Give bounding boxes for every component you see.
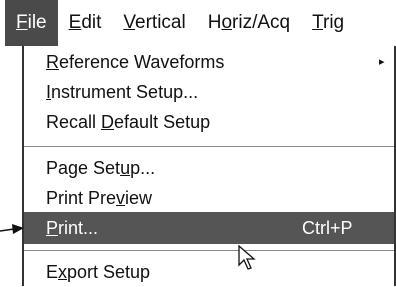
- menu-item-export-setup[interactable]: Export Setup: [24, 258, 394, 287]
- menu-item-label: Export Setup: [46, 262, 151, 282]
- submenu-arrow-icon: ▸: [379, 56, 385, 68]
- menu-item-shortcut: Ctrl+P: [302, 218, 353, 238]
- file-menu-dropdown: Reference Waveforms ▸ Instrument Setup..…: [22, 46, 396, 286]
- menu-horiz-acq[interactable]: Horiz/Acq: [197, 0, 301, 46]
- menu-item-label: Page Setup...: [46, 158, 156, 178]
- menu-item-print[interactable]: Print... Ctrl+P: [24, 212, 394, 244]
- menu-item-reference-waveforms[interactable]: Reference Waveforms ▸: [24, 48, 394, 77]
- callout-arrow-icon: [0, 224, 24, 234]
- menu-vertical[interactable]: Vertical: [112, 0, 196, 46]
- menu-file[interactable]: File: [5, 0, 58, 46]
- menu-item-print-preview[interactable]: Print Preview: [24, 184, 394, 213]
- menu-item-page-setup[interactable]: Page Setup...: [24, 154, 394, 183]
- menu-separator: [24, 250, 394, 251]
- menu-item-recall-default-setup[interactable]: Recall Default Setup: [24, 108, 394, 137]
- menu-trig[interactable]: Trig: [301, 0, 355, 46]
- menu-bar: File Edit Vertical Horiz/Acq Trig: [0, 0, 396, 46]
- menu-item-label: Recall Default Setup: [46, 112, 211, 132]
- menu-edit[interactable]: Edit: [58, 0, 113, 46]
- menu-separator: [24, 146, 394, 147]
- menu-item-label: Instrument Setup...: [46, 82, 199, 102]
- menu-item-label: Print Preview: [46, 188, 153, 208]
- mouse-cursor-icon: [238, 245, 256, 270]
- menu-item-label: Print...: [46, 218, 99, 238]
- menu-item-label: Reference Waveforms: [46, 52, 225, 72]
- menu-item-instrument-setup[interactable]: Instrument Setup...: [24, 78, 394, 107]
